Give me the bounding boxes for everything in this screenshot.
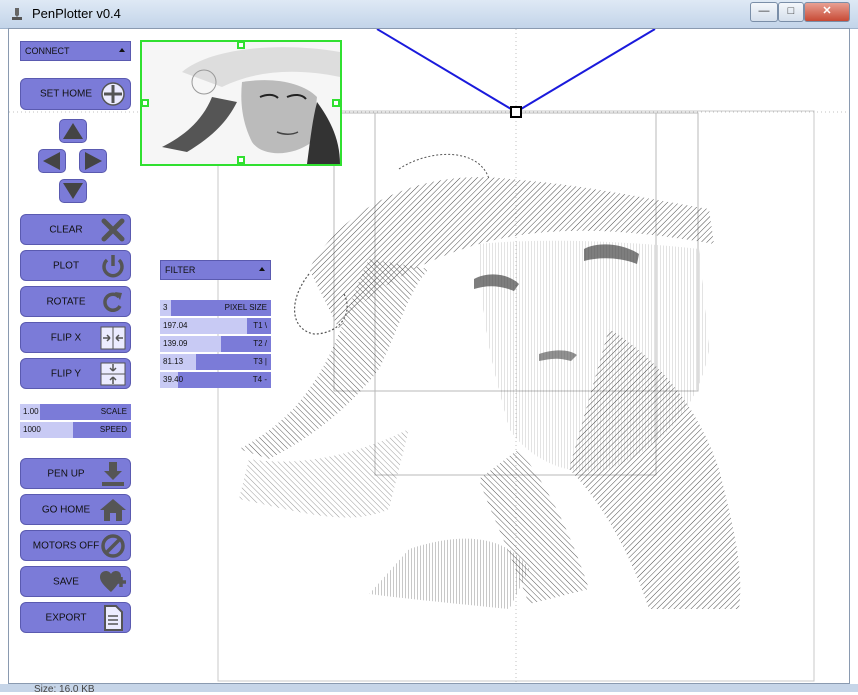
flip-y-button[interactable]: FLIP Y [20, 358, 131, 389]
connect-dropdown-label: CONNECT [25, 46, 70, 56]
chevron-up-icon [259, 267, 265, 271]
jog-up-button[interactable] [59, 119, 87, 143]
export-button[interactable]: EXPORT [20, 602, 131, 633]
portrait-thumbnail-image [142, 42, 340, 164]
down-arrow-icon [63, 183, 83, 199]
right-cord-line [515, 29, 656, 113]
filter-dropdown-label: FILTER [165, 265, 196, 275]
save-label: SAVE [53, 576, 79, 587]
plot-canvas[interactable] [9, 29, 850, 684]
t2-value: 139.09 [163, 339, 188, 348]
resize-handle-right[interactable] [332, 99, 340, 107]
jog-left-button[interactable] [38, 149, 66, 173]
flip-y-label: FLIP Y [50, 368, 82, 379]
go-home-label: GO HOME [41, 504, 91, 515]
flip-horizontal-icon [100, 326, 126, 349]
rotate-button[interactable]: ROTATE [20, 286, 131, 317]
window-title: PenPlotter v0.4 [32, 6, 121, 21]
scale-slider[interactable]: 1.00 SCALE [20, 404, 131, 420]
motors-off-label: MOTORS OFF [32, 540, 100, 551]
power-icon [102, 254, 124, 277]
document-icon [104, 604, 123, 631]
x-icon [101, 218, 125, 241]
rotate-label: ROTATE [46, 296, 86, 307]
plot-label: PLOT [52, 260, 80, 271]
pen-up-button[interactable]: PEN UP [20, 458, 131, 489]
window-bottom-frame: Size: 16.0 KB [0, 684, 858, 695]
t4-label: T4 - [252, 375, 267, 384]
go-home-button[interactable]: GO HOME [20, 494, 131, 525]
t3-threshold-slider[interactable]: 81.13 T3 | [160, 354, 271, 370]
t4-value: 39.40 [163, 375, 184, 384]
resize-handle-top[interactable] [237, 42, 245, 49]
filter-dropdown[interactable]: FILTER [160, 260, 271, 280]
set-home-button[interactable]: SET HOME [20, 78, 131, 110]
t3-label: T3 | [253, 357, 267, 366]
resize-handle-left[interactable] [142, 99, 149, 107]
pixel-size-value: 3 [163, 303, 168, 312]
speed-value: 1000 [23, 425, 41, 434]
clear-label: CLEAR [49, 224, 83, 235]
t4-threshold-slider[interactable]: 39.40 T4 - [160, 372, 271, 388]
pen-plotter-app-icon [12, 8, 22, 20]
pen-up-label: PEN UP [47, 468, 85, 479]
left-arrow-icon [43, 152, 60, 170]
up-arrow-icon [63, 123, 83, 139]
clear-button[interactable]: CLEAR [20, 214, 131, 245]
flip-x-label: FLIP X [50, 332, 82, 343]
pixel-size-slider[interactable]: 3 PIXEL SIZE [160, 300, 271, 316]
plotted-hatch-image [239, 153, 741, 609]
no-entry-icon [101, 533, 125, 558]
connect-dropdown[interactable]: CONNECT [20, 41, 131, 61]
crosshair-icon [101, 82, 125, 106]
t1-value: 197.04 [163, 321, 188, 330]
set-home-label: SET HOME [39, 88, 93, 100]
scale-value: 1.00 [23, 407, 39, 416]
speed-label: SPEED [99, 425, 127, 434]
resize-handle-bottom[interactable] [237, 156, 245, 164]
title-bar: PenPlotter v0.4 — □ ✕ [0, 0, 858, 29]
t2-label: T2 / [253, 339, 267, 348]
speed-slider[interactable]: 1000 SPEED [20, 422, 131, 438]
flip-x-button[interactable]: FLIP X [20, 322, 131, 353]
t3-value: 81.13 [163, 357, 184, 366]
right-arrow-icon [85, 152, 102, 170]
motors-off-button[interactable]: MOTORS OFF [20, 530, 131, 561]
scale-label: SCALE [100, 407, 127, 416]
jog-right-button[interactable] [79, 149, 107, 173]
plotter-canvas-area[interactable]: CONNECT SET HOME CLEAR PLOT ROTATE FLIP … [8, 28, 850, 684]
close-button[interactable]: ✕ [804, 2, 850, 22]
image-preview-thumbnail[interactable] [140, 40, 342, 166]
left-cord-line [376, 29, 517, 113]
t1-threshold-slider[interactable]: 197.04 T1 \ [160, 318, 271, 334]
export-label: EXPORT [45, 612, 87, 623]
t1-label: T1 \ [253, 321, 267, 330]
pen-up-icon [102, 461, 124, 486]
t2-threshold-slider[interactable]: 139.09 T2 / [160, 336, 271, 352]
flip-vertical-icon [100, 362, 126, 385]
jog-down-button[interactable] [59, 179, 87, 203]
rotate-icon [103, 291, 122, 312]
pen-gondola-marker[interactable] [510, 106, 522, 118]
chevron-up-icon [119, 48, 125, 52]
pixel-size-label: PIXEL SIZE [224, 303, 267, 312]
heart-plus-icon [100, 570, 126, 592]
plot-button[interactable]: PLOT [20, 250, 131, 281]
minimize-button[interactable]: — [750, 2, 778, 22]
maximize-button[interactable]: □ [778, 2, 804, 22]
file-size-text: Size: 16.0 KB [34, 684, 95, 695]
home-icon [100, 498, 126, 521]
save-button[interactable]: SAVE [20, 566, 131, 597]
